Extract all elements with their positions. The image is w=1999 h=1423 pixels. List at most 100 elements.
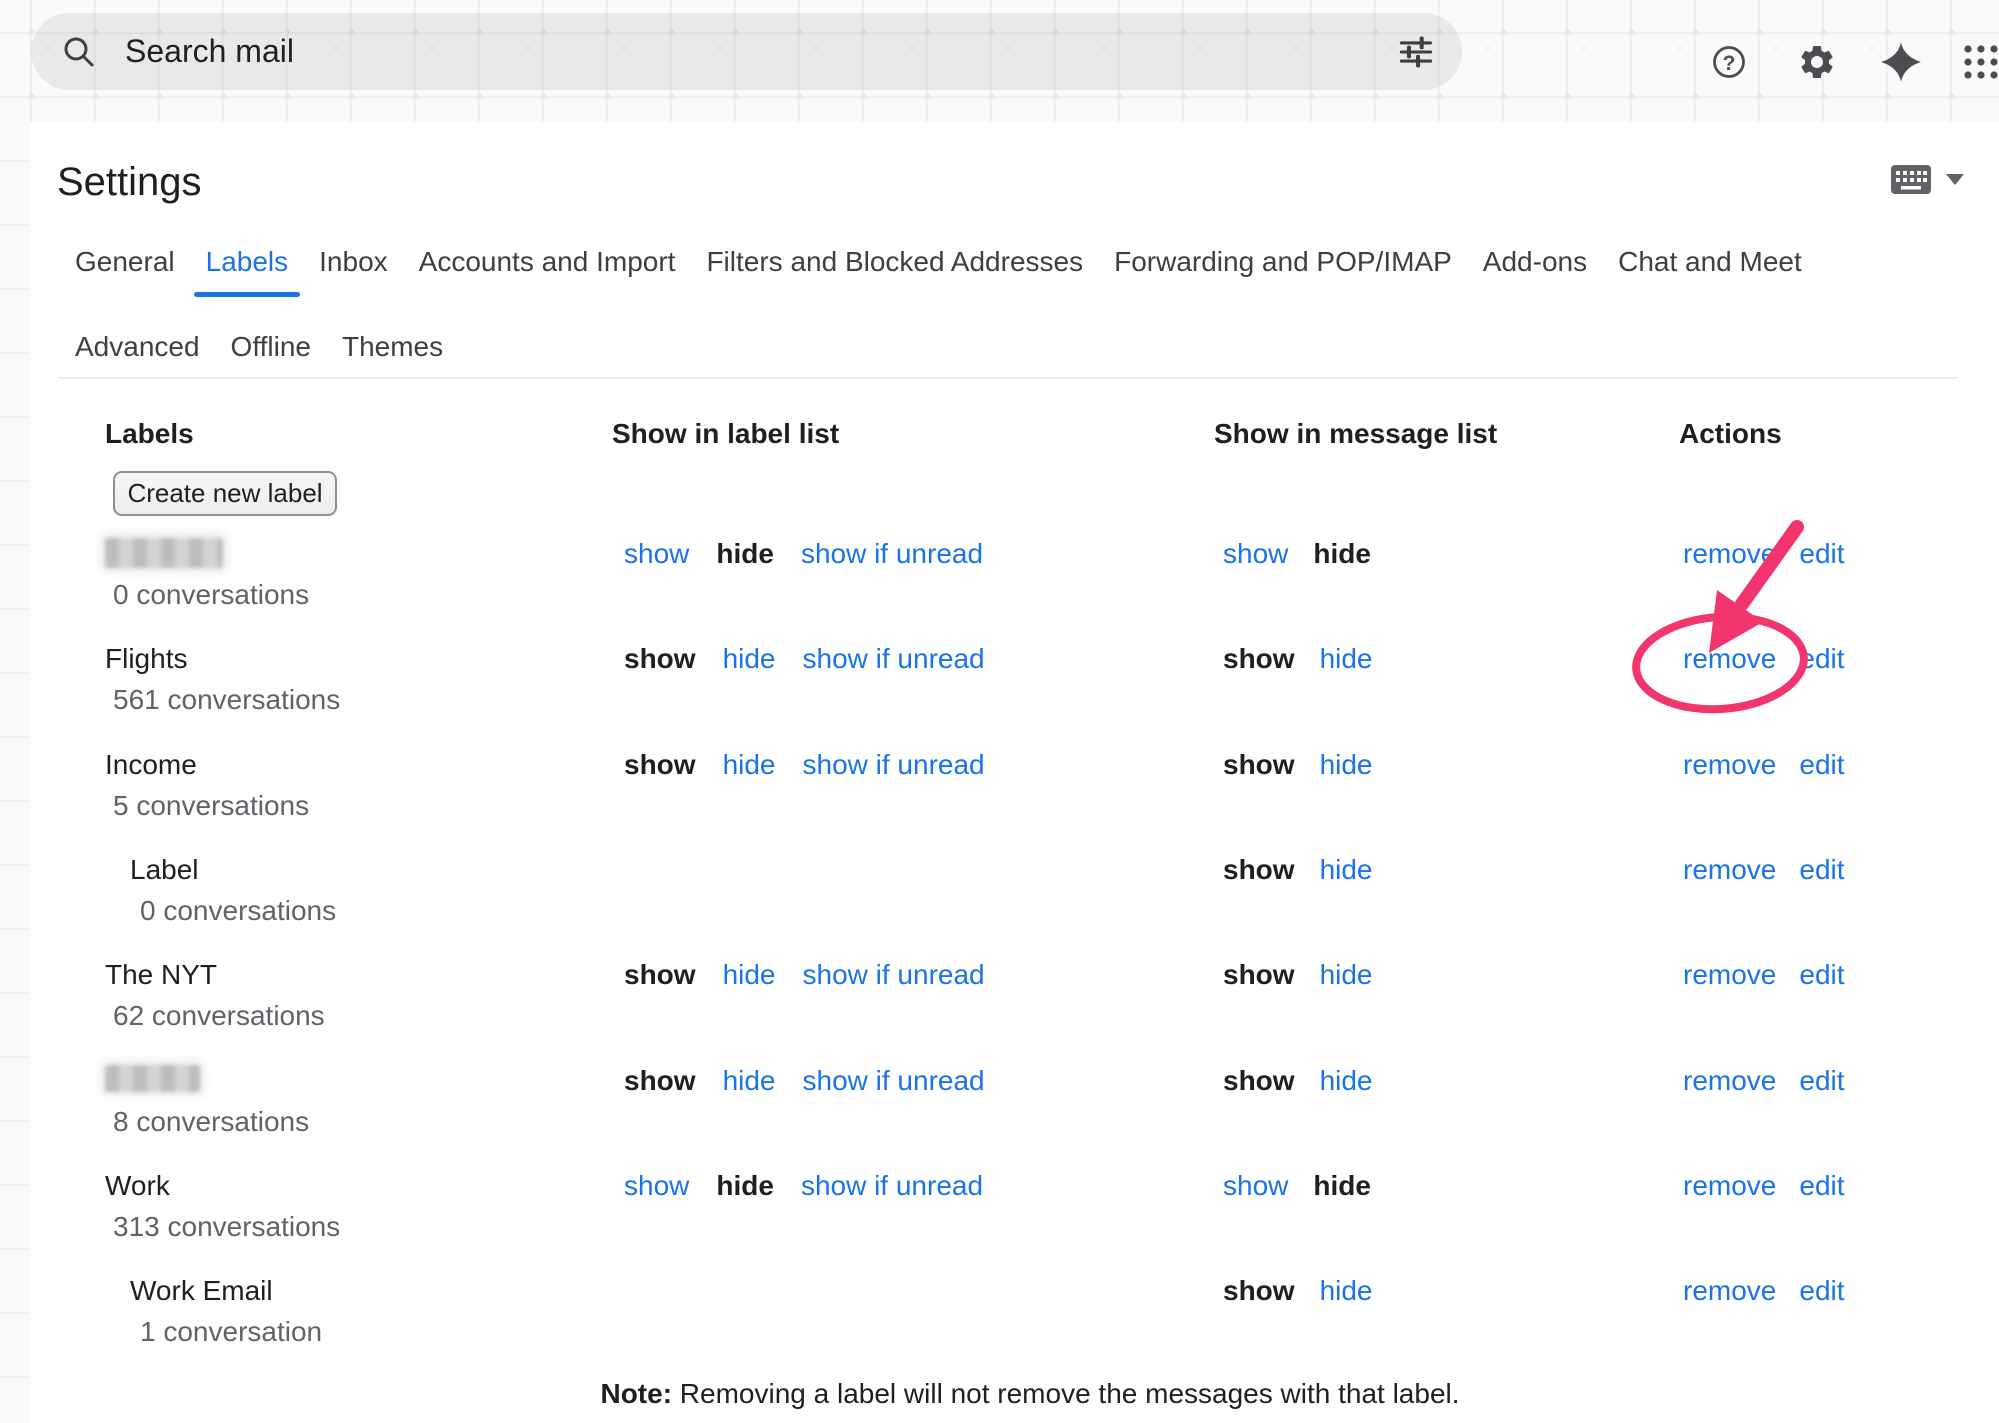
label-list-show-if-unread-link[interactable]: show if unread: [803, 643, 985, 675]
label-list-options: show hide show if unread: [624, 749, 985, 781]
message-list-hide-link[interactable]: hide: [1320, 1065, 1373, 1097]
tab-inbox[interactable]: Inbox: [305, 245, 402, 297]
message-list-hide-link[interactable]: hide: [1320, 959, 1373, 991]
message-list-show-link[interactable]: show: [1223, 538, 1288, 570]
message-list-options: showhide: [1223, 538, 1371, 570]
conversation-count: 62 conversations: [113, 1000, 325, 1032]
tab-offline[interactable]: Offline: [217, 330, 325, 382]
message-list-hide-link[interactable]: hide: [1320, 643, 1373, 675]
footer-note: Note: Removing a label will not remove t…: [105, 1378, 1955, 1410]
conversation-count: 0 conversations: [140, 895, 336, 927]
keyboard-dropdown-arrow[interactable]: [1946, 174, 1964, 186]
label-row-work-email: Work Email 1 conversation show hide remove ed…: [0, 1275, 1999, 1380]
edit-link[interactable]: edit: [1799, 1170, 1844, 1202]
label-list-show-if-unread-link[interactable]: show if unread: [803, 959, 985, 991]
edit-link[interactable]: edit: [1799, 1065, 1844, 1097]
label-row-the-nyt: The NYT 62 conversations show hide show if u…: [0, 959, 1999, 1064]
actions: remove edit: [1683, 854, 1845, 886]
label-list-show-selected: show: [624, 749, 696, 781]
label-list-options: showhideshow if unread: [624, 1065, 985, 1097]
tab-chat-and-meet[interactable]: Chat and Meet: [1604, 245, 1816, 297]
remove-link[interactable]: remove: [1683, 538, 1776, 570]
tab-labels[interactable]: Labels: [192, 245, 303, 297]
label-list-hide-link[interactable]: hide: [723, 959, 776, 991]
settings-tabs-row2: AdvancedOfflineThemes: [61, 330, 457, 382]
tabs-divider: [58, 377, 1958, 379]
message-list-show-selected: show: [1223, 1065, 1295, 1097]
edit-link[interactable]: edit: [1799, 538, 1844, 570]
actions: remove edit: [1683, 1065, 1845, 1097]
label-list-show-if-unread-link[interactable]: show if unread: [801, 538, 983, 570]
create-new-label-button[interactable]: Create new label: [113, 471, 337, 516]
message-list-hide-link[interactable]: hide: [1320, 854, 1373, 886]
edit-link[interactable]: edit: [1799, 959, 1844, 991]
tab-forwarding-and-pop-imap[interactable]: Forwarding and POP/IMAP: [1100, 245, 1466, 297]
label-list-hide-link[interactable]: hide: [723, 643, 776, 675]
message-list-show-selected: show: [1223, 749, 1295, 781]
actions: remove edit: [1683, 1170, 1845, 1202]
column-header-labels: Labels: [105, 417, 194, 451]
label-list-options: show hide show if unread: [624, 538, 983, 570]
help-icon[interactable]: ?: [1707, 40, 1751, 84]
edit-link[interactable]: edit: [1799, 854, 1844, 886]
label-list-show-link[interactable]: show: [624, 538, 689, 570]
remove-link[interactable]: remove: [1683, 643, 1776, 675]
message-list-options: show hide: [1223, 1170, 1371, 1202]
label-row-income: Income5 conversationsshowhideshow if unr…: [0, 749, 1999, 854]
tab-advanced[interactable]: Advanced: [61, 330, 214, 382]
message-list-show-selected: show: [1223, 1275, 1295, 1307]
label-list-hide-link[interactable]: hide: [723, 1065, 776, 1097]
note-text: Removing a label will not remove the mes…: [672, 1378, 1460, 1409]
settings-gear-icon[interactable]: [1795, 40, 1839, 84]
gemini-sparkle-icon[interactable]: [1879, 40, 1923, 84]
conversation-count: 8 conversations: [113, 1106, 309, 1138]
message-list-options: show hide: [1223, 749, 1373, 781]
label-list-show-selected: show: [624, 643, 696, 675]
remove-link[interactable]: remove: [1683, 1170, 1776, 1202]
label-name: Work: [105, 1170, 170, 1202]
settings-tabs-row1: GeneralLabelsInboxAccounts and ImportFil…: [61, 245, 1816, 297]
label-list-show-if-unread-link[interactable]: show if unread: [803, 749, 985, 781]
tab-themes[interactable]: Themes: [328, 330, 457, 382]
remove-link[interactable]: remove: [1683, 1065, 1776, 1097]
search-bar[interactable]: Search mail: [31, 13, 1462, 90]
keyboard-icon[interactable]: [1890, 164, 1932, 195]
tune-icon[interactable]: [1396, 32, 1436, 72]
label-row-label: Label0 conversationsshowhideremoveedit: [0, 854, 1999, 959]
tab-add-ons[interactable]: Add-ons: [1469, 245, 1601, 297]
column-header-show-in-message-list: Show in message list: [1214, 417, 1497, 451]
label-name: The NYT: [105, 959, 217, 991]
tab-general[interactable]: General: [61, 245, 189, 297]
conversation-count: 0 conversations: [113, 579, 309, 611]
label-list-show-selected: show: [624, 959, 696, 991]
search-input[interactable]: Search mail: [125, 33, 1396, 70]
remove-link[interactable]: remove: [1683, 1275, 1776, 1307]
redacted-label-blur: [105, 538, 223, 568]
message-list-hide-link[interactable]: hide: [1320, 749, 1373, 781]
message-list-show-link[interactable]: show: [1223, 1170, 1288, 1202]
actions: remove edit: [1683, 643, 1845, 675]
edit-link[interactable]: edit: [1799, 1275, 1844, 1307]
label-name: Work Email: [130, 1275, 273, 1307]
edit-link[interactable]: edit: [1799, 749, 1844, 781]
apps-grid-icon[interactable]: [1959, 40, 1999, 84]
note-prefix: Note:: [600, 1378, 672, 1409]
remove-link[interactable]: remove: [1683, 854, 1776, 886]
page-title: Settings: [57, 160, 202, 205]
label-list-show-if-unread-link[interactable]: show if unread: [801, 1170, 983, 1202]
remove-link[interactable]: remove: [1683, 749, 1776, 781]
message-list-options: show hide: [1223, 1065, 1373, 1097]
remove-link[interactable]: remove: [1683, 959, 1776, 991]
label-list-show-if-unread-link[interactable]: show if unread: [803, 1065, 985, 1097]
label-list-options: show hide show if unread: [624, 959, 985, 991]
label-list-hide-link[interactable]: hide: [723, 749, 776, 781]
edit-link[interactable]: edit: [1799, 643, 1844, 675]
message-list-hide-selected: hide: [1313, 1170, 1371, 1202]
tab-filters-and-blocked-addresses[interactable]: Filters and Blocked Addresses: [692, 245, 1097, 297]
label-list-show-link[interactable]: show: [624, 1170, 689, 1202]
label-list-hide-selected: hide: [716, 538, 774, 570]
tab-accounts-and-import[interactable]: Accounts and Import: [405, 245, 690, 297]
conversation-count: 1 conversation: [140, 1316, 322, 1348]
label-list-hide-selected: hide: [716, 1170, 774, 1202]
message-list-hide-link[interactable]: hide: [1320, 1275, 1373, 1307]
